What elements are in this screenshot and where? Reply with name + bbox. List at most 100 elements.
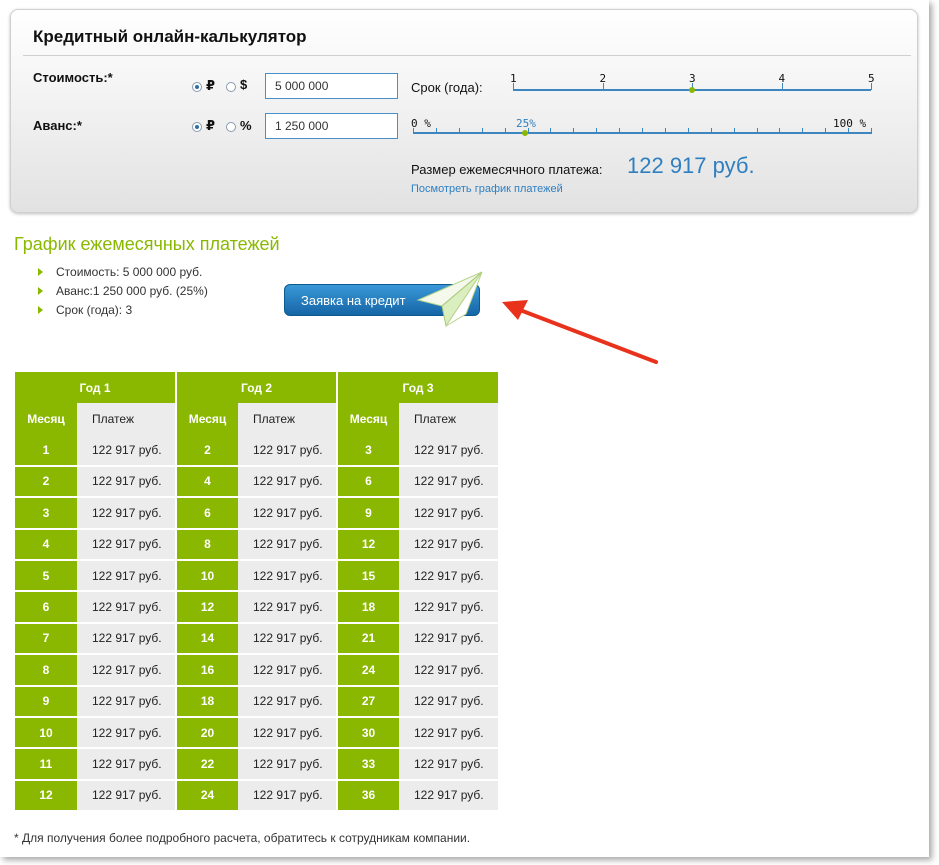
month-cell: 11 [15,748,77,781]
table-row: 1 122 917 руб. 2 122 917 руб. 3 122 917 руб. [15,434,498,467]
calculator-title: Кредитный онлайн-калькулятор [33,27,307,46]
table-row: 6 122 917 руб. 12 122 917 руб. 18 122 917 руб… [15,591,498,624]
advance-input[interactable] [265,113,398,139]
month-cell: 6 [337,465,399,499]
advance-slider-tick [435,128,437,134]
month-cell: 12 [15,779,77,813]
summary-advance: Аванс:1 250 000 руб. (25%) [38,283,208,302]
payment-cell: 122 917 руб. [77,779,177,813]
month-cell: 10 [15,716,77,750]
month-cell: 21 [337,622,399,656]
payment-cell: 122 917 руб. [399,434,498,467]
advance-slider-tick [871,128,872,134]
monthly-payment-value: 122 917 руб. [627,153,755,178]
footnote: * Для получения более подробного расчета… [14,831,471,845]
month-cell: 8 [15,654,77,687]
month-cell: 8 [176,528,238,561]
payment-cell: 122 917 руб. [238,465,338,499]
payment-cell: 122 917 руб. [77,559,177,593]
month-cell: 7 [15,622,77,656]
payment-cell: 122 917 руб. [399,559,498,593]
month-cell: 1 [15,434,77,467]
month-cell: 5 [15,559,77,593]
month-cell: 9 [15,685,77,718]
month-cell: 12 [337,528,399,561]
payment-cell: 122 917 руб. [238,685,338,718]
advance-slider-tick [825,128,827,134]
month-cell: 15 [337,559,399,593]
payment-cell: 122 917 руб. [77,654,177,687]
payment-cell: 122 917 руб. [77,685,177,718]
term-slider-handle[interactable] [689,87,695,93]
advance-slider-value-label: 25% [516,117,536,130]
table-row: 11 122 917 руб. 22 122 917 руб. 33 122 917 ру… [15,748,498,781]
table-row: 4 122 917 руб. 8 122 917 руб. 12 122 917 руб. [15,528,498,561]
advance-slider-tick [756,128,758,134]
payment-cell: 122 917 руб. [399,528,498,561]
month-cell: 3 [337,434,399,467]
advance-slider-tick [504,128,506,134]
view-schedule-link[interactable]: Посмотреть график платежей [411,183,563,195]
month-header: Месяц [176,403,238,435]
month-cell: 20 [176,716,238,750]
month-cell: 2 [176,434,238,467]
payment-cell: 122 917 руб. [238,497,338,530]
payment-cell: 122 917 руб. [238,748,338,781]
calculator-divider [23,55,911,56]
advance-label: Аванс:* [33,118,82,133]
advance-slider-tick [733,128,735,134]
table-row: 3 122 917 руб. 6 122 917 руб. 9 122 917 руб. [15,497,498,530]
cost-currency-rub-radio[interactable] [192,82,202,92]
advance-slider-handle[interactable] [522,130,528,136]
month-cell: 2 [15,465,77,499]
payment-cell: 122 917 руб. [77,434,177,467]
month-cell: 30 [337,716,399,750]
month-cell: 33 [337,748,399,781]
month-cell: 14 [176,622,238,656]
payment-cell: 122 917 руб. [77,528,177,561]
cost-currency-usd-radio[interactable] [226,82,236,92]
payment-cell: 122 917 руб. [399,465,498,499]
payment-cell: 122 917 руб. [399,654,498,687]
payment-cell: 122 917 руб. [77,591,177,624]
term-slider-tick-label: 5 [868,72,875,85]
term-slider-tick-label: 2 [599,72,607,85]
month-cell: 3 [15,497,77,530]
payment-cell: 122 917 руб. [238,559,338,593]
month-cell: 6 [176,497,238,530]
advance-slider-max-label: 100 % [833,117,867,130]
advance-percent-label: % [240,118,252,133]
payment-cell: 122 917 руб. [238,716,338,750]
cost-label: Стоимость:* [33,70,113,85]
advance-percent-radio[interactable] [226,122,236,132]
advance-slider-tick [802,128,804,134]
month-cell: 27 [337,685,399,718]
month-header: Месяц [15,403,77,435]
payment-cell: 122 917 руб. [238,779,338,813]
payment-cell: 122 917 руб. [77,497,177,530]
calculator-panel: Кредитный онлайн-калькулятор Стоимость:*… [10,9,918,213]
advance-slider-tick [458,128,460,134]
table-row: 9 122 917 руб. 18 122 917 руб. 27 122 917 руб… [15,685,498,718]
month-cell: 16 [176,654,238,687]
month-cell: 24 [337,654,399,687]
advance-rub-radio[interactable] [192,122,202,132]
advance-slider-tick [413,128,414,134]
payment-header: Платеж [399,403,498,435]
month-cell: 36 [337,779,399,813]
payment-cell: 122 917 руб. [238,591,338,624]
cost-input[interactable] [265,73,398,99]
cost-currency-rub-label: ₽ [206,78,216,93]
payment-cell: 122 917 руб. [399,591,498,624]
advance-slider-tick [664,128,666,134]
month-cell: 9 [337,497,399,530]
red-arrow-icon [502,300,658,364]
paper-plane-icon [416,271,483,328]
advance-slider-tick [779,128,781,134]
month-header: Месяц [337,403,399,435]
month-cell: 18 [176,685,238,718]
monthly-payment-label: Размер ежемесячного платежа: [411,162,603,177]
payment-cell: 122 917 руб. [238,434,338,467]
payment-header: Платеж [238,403,338,435]
payment-cell: 122 917 руб. [77,622,177,656]
